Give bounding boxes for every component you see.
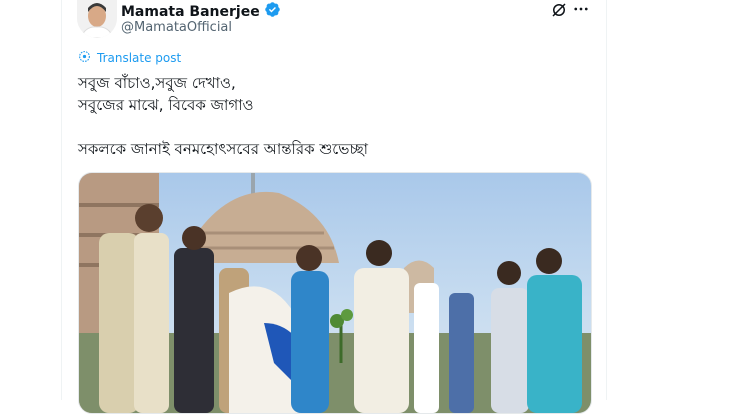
tweet-card: Mamata Banerjee @MamataOfficial Translat… <box>61 0 607 414</box>
author-name[interactable]: Mamata Banerjee <box>121 4 260 20</box>
tweet-text-line-3 <box>78 116 588 138</box>
more-horizontal-icon[interactable] <box>572 0 590 22</box>
author-handle[interactable]: @MamataOfficial <box>121 20 232 35</box>
tweet-text-line-1: সবুজ বাঁচাও,সবুজ দেখাও, <box>78 74 236 92</box>
grok-icon[interactable] <box>550 1 568 19</box>
tweet-text-line-2: সবুজের মাঝে, বিবেক জাগাও <box>78 96 254 114</box>
tweet-text-line-4: সকলকে জানাই বনমহোৎসবের আন্তরিক শুভেচ্ছা <box>78 140 369 158</box>
translate-label: Translate post <box>97 51 182 65</box>
verified-badge-icon <box>264 1 281 22</box>
translate-post-link[interactable]: Translate post <box>78 50 181 66</box>
photo-illustration <box>79 173 591 413</box>
tweet-text: সবুজ বাঁচাও,সবুজ দেখাও, সবুজের মাঝে, বিব… <box>78 72 588 160</box>
translate-icon <box>78 50 91 66</box>
author-row: Mamata Banerjee <box>121 1 281 22</box>
tweet-photo[interactable] <box>78 172 592 414</box>
avatar[interactable] <box>77 0 117 38</box>
